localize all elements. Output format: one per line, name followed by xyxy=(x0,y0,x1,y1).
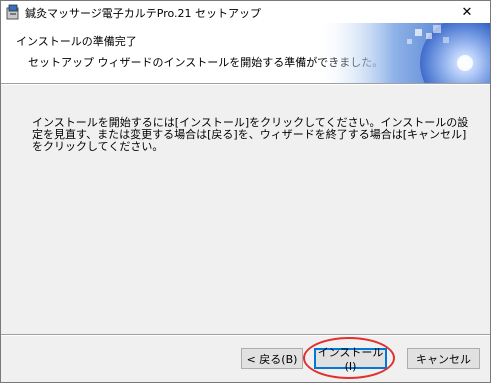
header-divider xyxy=(1,83,490,85)
instruction-text: インストールを開始するには[インストール]をクリックしてください。インストールの… xyxy=(32,116,469,153)
back-button[interactable]: < 戻る(B) xyxy=(241,348,303,369)
footer-divider xyxy=(1,334,490,336)
close-icon: ✕ xyxy=(461,4,473,20)
close-button[interactable]: ✕ xyxy=(444,1,490,23)
install-button[interactable]: インストール(I) xyxy=(314,346,387,373)
title-bar[interactable]: 鍼灸マッサージ電子カルテPro.21 セットアップ ✕ xyxy=(1,1,490,23)
wizard-header: インストールの準備完了 セットアップ ウィザードのインストールを開始する準備がで… xyxy=(1,23,490,83)
installer-icon xyxy=(6,4,19,20)
banner-graphic xyxy=(315,23,490,83)
page-title: インストールの準備完了 xyxy=(16,35,137,48)
cancel-button[interactable]: キャンセル xyxy=(407,348,480,369)
window-title: 鍼灸マッサージ電子カルテPro.21 セットアップ xyxy=(25,7,262,20)
setup-window: 鍼灸マッサージ電子カルテPro.21 セットアップ ✕ インストールの準備完了 … xyxy=(0,0,491,383)
